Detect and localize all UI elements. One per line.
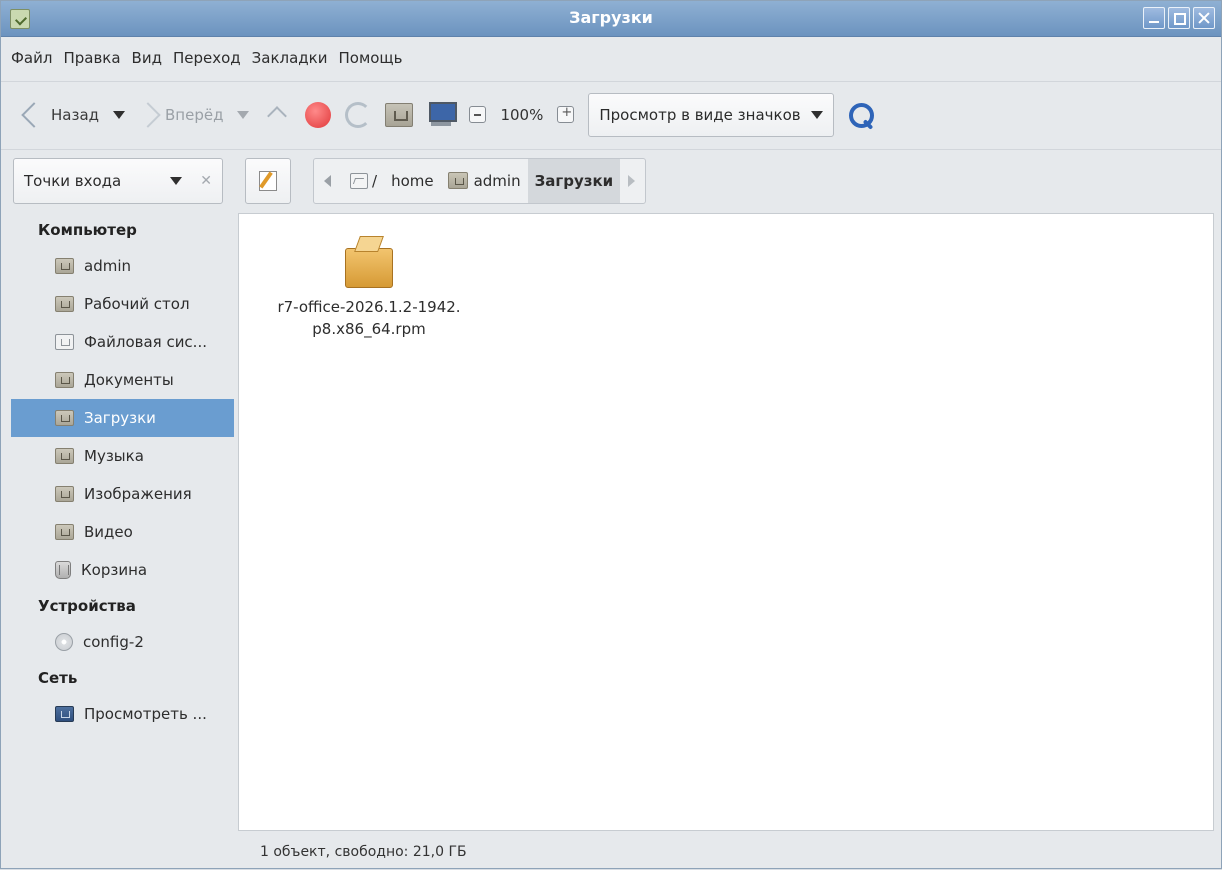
back-arrow-icon [21,101,47,128]
location-bar: Точки входа ✕ / home admin Загрузки [1,149,1221,211]
back-label: Назад [51,105,100,124]
stop-button[interactable] [305,101,332,128]
sidebar-item-config-2[interactable]: config-2 [11,623,234,661]
sidebar-section-network: Сеть [38,669,78,687]
close-button[interactable] [1193,7,1215,29]
forward-arrow-icon [135,101,161,128]
videos-folder-icon [55,524,74,540]
file-item[interactable]: r7-office-2026.1.2-1942. p8.x86_64.rpm [253,234,485,340]
back-button[interactable]: Назад [19,101,126,128]
breadcrumb: / home admin Загрузки [313,157,647,204]
menu-edit[interactable]: Правка [63,49,120,67]
filesystem-icon [350,172,368,189]
stop-icon [305,101,332,128]
home-button[interactable] [385,102,414,127]
sidebar-item-browse-network[interactable]: Просмотреть ... [11,695,234,733]
path-scroll-left-icon[interactable] [324,174,331,187]
file-name-line1: r7-office-2026.1.2-1942. [277,298,461,316]
menu-file[interactable]: Файл [11,49,52,67]
up-arrow-icon [263,101,291,129]
crumb-home[interactable]: home [384,159,441,203]
pictures-folder-icon [55,486,74,502]
file-view[interactable]: r7-office-2026.1.2-1942. p8.x86_64.rpm [238,213,1214,831]
downloads-folder-icon [55,410,74,426]
reload-button[interactable] [345,101,372,128]
crumb-root[interactable]: / [343,159,384,203]
side-pane-label: Точки входа [24,171,122,190]
up-button[interactable] [263,101,291,129]
edit-location-button[interactable] [245,157,291,204]
toolbar: Назад Вперёд 100% Просмотр в виде значко… [1,81,1221,147]
sidebar-item-trash[interactable]: Корзина [11,551,234,589]
status-text: 1 объект, свободно: 21,0 ГБ [260,844,467,860]
view-mode-label: Просмотр в виде значков [599,105,801,124]
sidebar-item-music[interactable]: Музыка [11,437,234,475]
side-pane-dropdown-icon [170,176,183,185]
filesystem-icon [55,334,74,350]
status-bar: 1 объект, свободно: 21,0 ГБ [238,835,1214,869]
view-mode-dropdown-icon [810,110,823,119]
sidebar-section-computer: Компьютер [38,221,137,239]
path-scroll-right-icon[interactable] [628,174,636,187]
title-bar[interactable]: Загрузки [1,1,1221,37]
home-folder-icon [55,258,74,274]
home-folder-icon [447,172,468,189]
forward-button[interactable]: Вперёд [135,101,250,128]
package-icon [341,234,397,288]
trash-icon [55,561,71,579]
sidebar-item-pictures[interactable]: Изображения [11,475,234,513]
side-pane-select[interactable]: Точки входа ✕ [13,157,223,204]
zoom-control: 100% [469,105,575,124]
crumb-downloads[interactable]: Загрузки [527,158,621,203]
menu-view[interactable]: Вид [132,49,162,67]
menu-go[interactable]: Переход [173,49,241,67]
menu-bar: Файл Правка Вид Переход Закладки Помощь [1,38,1221,78]
file-name-line2: p8.x86_64.rpm [312,320,426,338]
desktop-folder-icon [55,296,74,312]
zoom-out-icon[interactable] [469,106,487,123]
close-side-pane-icon[interactable]: ✕ [200,173,212,189]
computer-button[interactable] [427,101,458,128]
documents-folder-icon [55,372,74,388]
optical-disc-icon [55,633,73,651]
sidebar-item-filesystem[interactable]: Файловая сис... [11,323,234,361]
sidebar-item-admin[interactable]: admin [11,247,234,285]
music-folder-icon [55,448,74,464]
file-manager-window: Загрузки Файл Правка Вид Переход Закладк… [0,0,1222,869]
back-history-dropdown-icon[interactable] [113,110,126,119]
crumb-admin[interactable]: admin [441,159,528,203]
maximize-button[interactable] [1168,7,1190,29]
window-controls [1143,7,1215,29]
zoom-level: 100% [500,105,544,124]
sidebar-item-downloads[interactable]: Загрузки [11,399,234,437]
reload-icon [345,101,372,128]
computer-icon [427,101,458,128]
menu-help[interactable]: Помощь [338,49,402,67]
menu-bookmarks[interactable]: Закладки [252,49,328,67]
forward-label: Вперёд [165,105,224,124]
network-icon [55,706,74,722]
sidebar-section-devices: Устройства [38,597,136,615]
sidebar-item-videos[interactable]: Видео [11,513,234,551]
sidebar-item-desktop[interactable]: Рабочий стол [11,285,234,323]
search-icon[interactable] [846,100,876,130]
sidebar-item-documents[interactable]: Документы [11,361,234,399]
minimize-button[interactable] [1143,7,1165,29]
sidebar: Компьютер admin Рабочий стол Файловая си… [11,213,234,870]
window-title: Загрузки [569,8,653,27]
home-folder-icon [385,102,414,127]
view-mode-select[interactable]: Просмотр в виде значков [588,92,834,137]
zoom-in-icon[interactable] [557,105,575,123]
forward-history-dropdown-icon[interactable] [237,110,250,119]
